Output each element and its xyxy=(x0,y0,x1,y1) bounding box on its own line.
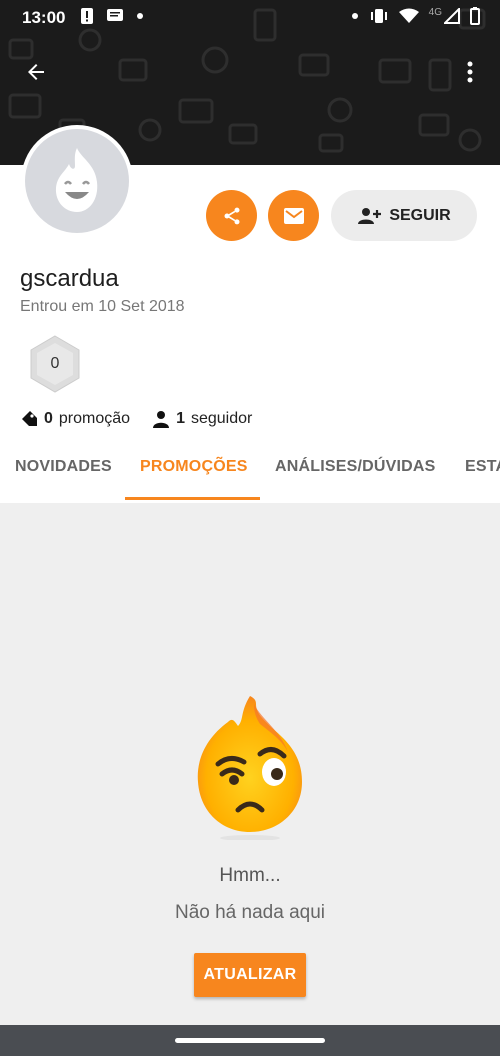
dot-icon xyxy=(137,13,143,19)
share-icon xyxy=(224,207,239,224)
flame-mascot-icon xyxy=(55,148,98,212)
system-nav-bar xyxy=(0,1025,500,1056)
dot-icon xyxy=(351,13,358,19)
tag-icon xyxy=(22,411,37,426)
tab-promocoes[interactable]: PROMOÇÕES xyxy=(140,458,248,476)
avatar-placeholder xyxy=(25,129,129,233)
level-value: 0 xyxy=(50,355,60,372)
message-button[interactable] xyxy=(268,190,319,241)
profile-tabs: NOVIDADES PROMOÇÕES ANÁLISES/DÚVIDAS EST… xyxy=(0,450,500,503)
arrow-back-icon xyxy=(28,64,44,80)
person-add-icon xyxy=(358,207,382,224)
username: gscardua xyxy=(20,265,119,292)
refresh-button[interactable]: ATUALIZAR xyxy=(194,953,306,997)
person-icon xyxy=(153,411,170,428)
promotions-label: promoção xyxy=(58,410,131,427)
promotions-count: 0 xyxy=(44,410,53,427)
empty-title: Hmm... xyxy=(219,865,281,886)
tab-analises-duvidas[interactable]: ANÁLISES/DÚVIDAS xyxy=(275,458,436,476)
share-button[interactable] xyxy=(206,190,257,241)
confused-flame-mascot-icon xyxy=(197,696,302,840)
tab-estatisticas[interactable]: ESTATÍSTICAS xyxy=(465,458,500,476)
active-tab-indicator xyxy=(125,497,260,500)
message-icon xyxy=(107,9,123,21)
follow-label: SEGUIR xyxy=(389,206,451,224)
more-options-button[interactable] xyxy=(454,56,486,88)
empty-message: Não há nada aqui xyxy=(174,902,325,923)
vibrate-icon xyxy=(370,9,387,23)
wifi-icon xyxy=(398,8,419,23)
status-bar: 13:00 4G xyxy=(0,0,500,34)
back-button[interactable] xyxy=(20,56,52,88)
promotions-stat: 0 promoção xyxy=(20,410,130,428)
home-gesture-handle[interactable] xyxy=(175,1038,325,1043)
notification-icons xyxy=(80,7,144,25)
battery-icon xyxy=(470,7,480,25)
network-type: 4G xyxy=(428,6,442,18)
alert-icon xyxy=(81,8,93,24)
signal-icon xyxy=(444,8,460,24)
mail-icon xyxy=(283,207,304,224)
avatar[interactable] xyxy=(21,125,133,237)
join-date: Entrou em 10 Set 2018 xyxy=(20,298,185,315)
followers-count: 1 xyxy=(176,410,185,427)
system-icons: 4G xyxy=(351,7,480,25)
status-time: 13:00 xyxy=(22,8,66,27)
followers-label: seguidor xyxy=(190,410,253,427)
level-badge[interactable]: 0 xyxy=(29,335,81,393)
tab-novidades[interactable]: NOVIDADES xyxy=(15,458,112,476)
profile-card: SEGUIR gscardua Entrou em 10 Set 2018 0 … xyxy=(0,125,500,503)
followers-stat[interactable]: 1 seguidor xyxy=(152,410,252,428)
follow-button[interactable]: SEGUIR xyxy=(331,190,477,241)
profile-stats: 0 promoção 1 seguidor xyxy=(20,410,274,428)
more-vert-icon xyxy=(467,61,473,83)
